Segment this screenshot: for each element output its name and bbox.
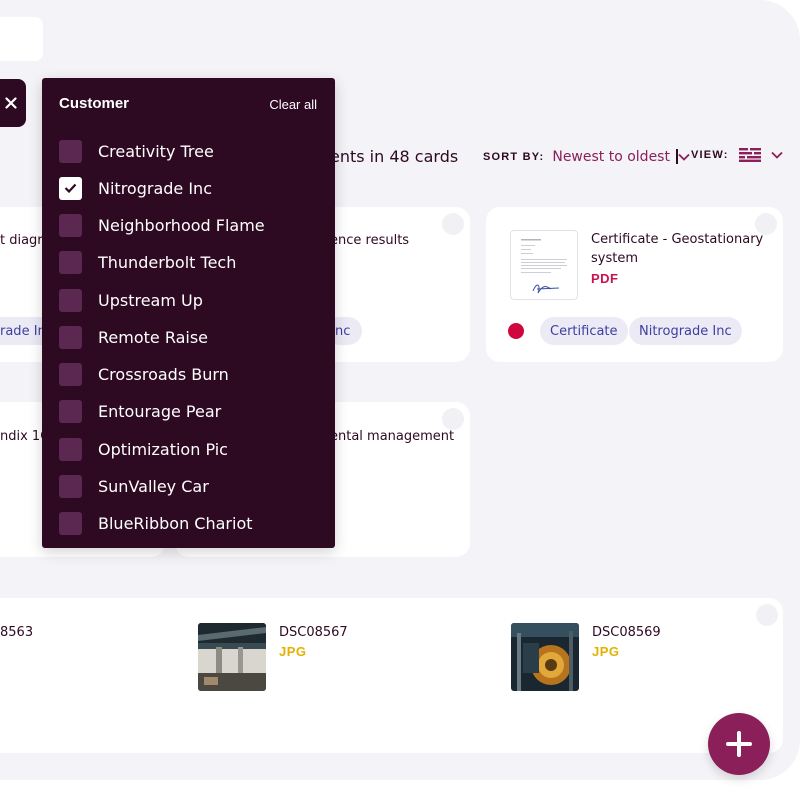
view-control[interactable]: VIEW: [691,148,783,162]
file-type-badge: JPG [592,644,620,659]
customer-option[interactable]: SunValley Car [59,474,209,498]
card-title: DSC08569 [592,625,661,640]
close-icon [5,97,17,109]
image-card-row: 8563 DSC08567 JPG DSC08569 JPG [0,598,783,753]
customer-option[interactable]: Optimization Pic [59,437,228,461]
option-label: Thunderbolt Tech [98,252,237,272]
image-thumbnail[interactable] [198,623,266,691]
select-card-toggle[interactable] [756,604,778,626]
file-type-badge: PDF [591,271,619,286]
checkbox[interactable] [59,325,82,349]
checkbox[interactable] [59,362,82,386]
option-label: BlueRibbon Chariot [98,513,253,533]
checkbox[interactable] [59,288,82,312]
card-title: ence results [330,233,410,248]
plus-icon [726,731,752,757]
checkbox[interactable] [59,474,82,498]
sort-value[interactable]: Newest to oldest [552,149,670,165]
toolbar-divider [676,149,678,164]
customer-option[interactable]: BlueRibbon Chariot [59,511,253,535]
view-label: VIEW: [691,149,729,161]
checkbox-checked[interactable] [59,176,82,200]
checkbox[interactable] [59,139,82,163]
checkbox[interactable] [59,437,82,461]
checkbox[interactable] [59,213,82,237]
customer-option[interactable]: Entourage Pear [59,399,221,423]
customer-option[interactable]: Creativity Tree [59,139,214,163]
file-type-badge: JPG [279,644,307,659]
customer-filter-dropdown: Customer Clear all Creativity Tree Nitro… [42,78,335,548]
option-label: Upstream Up [98,290,203,310]
option-label: Optimization Pic [98,439,228,459]
option-label: Nitrograde Inc [98,178,212,198]
customer-option[interactable]: Remote Raise [59,325,208,349]
sort-control[interactable]: SORT BY: Newest to oldest [483,149,690,165]
option-label: Creativity Tree [98,141,214,161]
chevron-down-icon[interactable] [770,151,783,159]
close-filter-button[interactable] [0,79,26,127]
list-view-icon[interactable] [738,148,761,162]
status-indicator [508,323,524,339]
card-title: 8563 [0,625,34,640]
option-label: SunValley Car [98,476,209,496]
card-title-line2: system [591,251,638,266]
sort-label: SORT BY: [483,151,545,163]
results-summary: ents in 48 cards [330,147,459,166]
category-tag[interactable]: Certificate [540,317,628,345]
app-canvas: ents in 48 cards SORT BY: Newest to olde… [0,0,800,800]
customer-tag[interactable]: Nitrograde Inc [629,317,742,345]
document-thumbnail [510,230,578,300]
option-label: Crossroads Burn [98,364,229,384]
option-label: Neighborhood Flame [98,215,265,235]
customer-option[interactable]: Nitrograde Inc [59,176,212,200]
customer-option[interactable]: Crossroads Burn [59,362,229,386]
card-title: Certificate - Geostationary [591,232,764,247]
checkbox[interactable] [59,399,82,423]
add-button[interactable] [708,713,770,775]
option-label: Entourage Pear [98,401,222,421]
document-card[interactable]: Certificate - Geostationary system PDF C… [486,207,783,362]
customer-option[interactable]: Thunderbolt Tech [59,250,236,274]
checkbox[interactable] [59,511,82,535]
checkbox[interactable] [59,250,82,274]
card-title: ental management [330,429,455,444]
image-thumbnail[interactable] [511,623,579,691]
customer-option[interactable]: Upstream Up [59,288,203,312]
option-label: Remote Raise [98,327,209,347]
clear-all-button[interactable]: Clear all [269,97,317,112]
select-card-toggle[interactable] [442,213,464,235]
check-icon [64,183,77,193]
dropdown-title: Customer [59,95,130,112]
card-title: DSC08567 [279,625,348,640]
customer-option[interactable]: Neighborhood Flame [59,213,265,237]
search-input[interactable] [0,17,43,61]
chevron-down-icon[interactable] [678,153,690,161]
